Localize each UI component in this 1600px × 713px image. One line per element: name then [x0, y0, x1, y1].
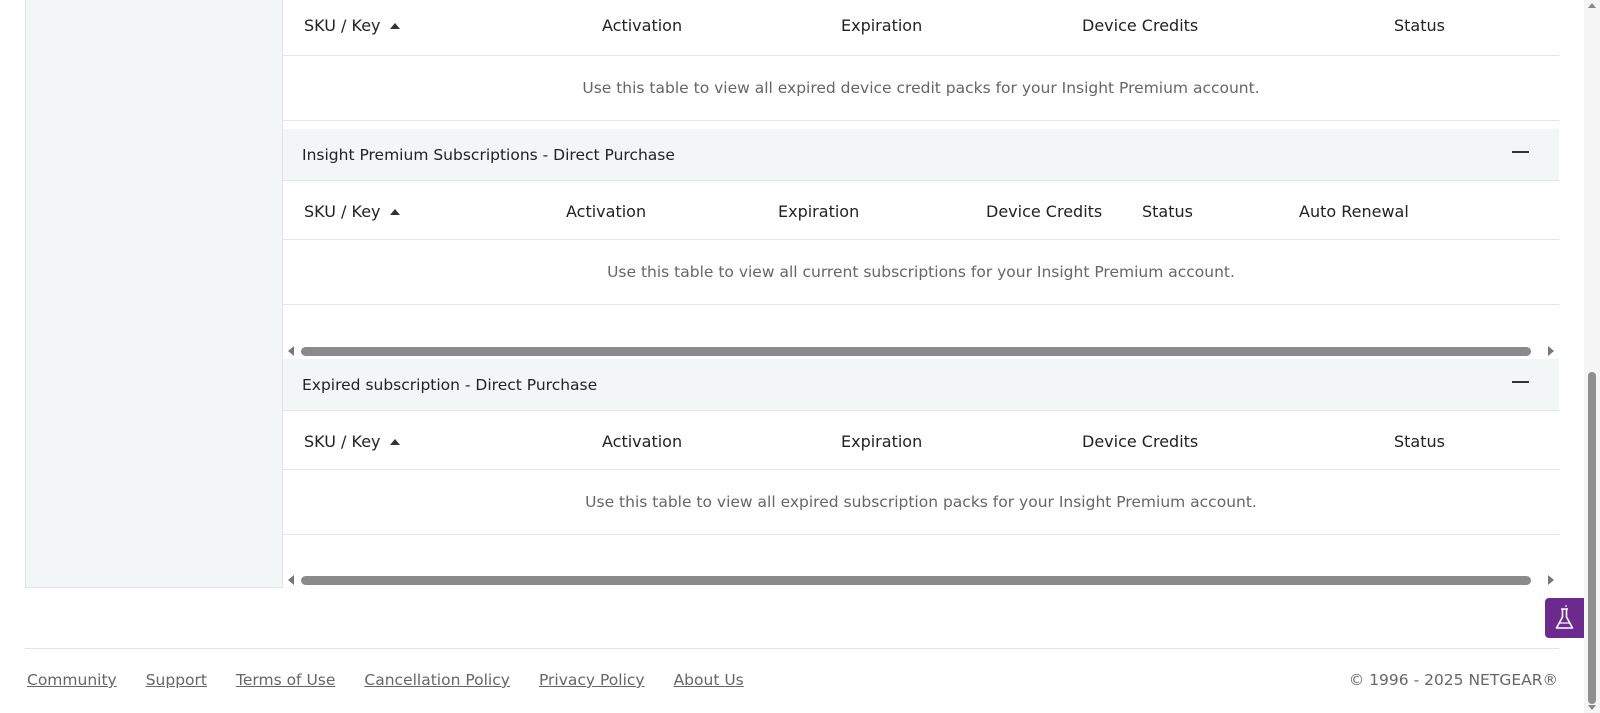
minus-icon[interactable] [1512, 151, 1529, 153]
scroll-left-arrow-icon[interactable] [288, 346, 294, 356]
scrollbar-thumb[interactable] [1588, 372, 1596, 704]
column-header-auto-renewal[interactable]: Auto Renewal [1299, 202, 1409, 221]
empty-table-message: Use this table to view all expired subsc… [283, 470, 1559, 535]
copyright-text: © 1996 - 2025 NETGEAR® [1348, 671, 1558, 689]
table-header-row: SKU / Key Activation Expiration Device C… [283, 411, 1559, 470]
column-header-expiration[interactable]: Expiration [778, 202, 859, 221]
scroll-down-arrow-icon[interactable] [1588, 705, 1596, 710]
flask-icon [1555, 605, 1574, 629]
column-header-sku[interactable]: SKU / Key [304, 202, 400, 221]
footer-links: Community Support Terms of Use Cancellat… [27, 671, 744, 689]
section-header-premium-subscriptions: Insight Premium Subscriptions - Direct P… [283, 129, 1559, 181]
column-header-activation[interactable]: Activation [602, 16, 682, 35]
column-header-expiration[interactable]: Expiration [841, 432, 922, 451]
vertical-scrollbar[interactable] [1584, 0, 1600, 713]
footer-link-about-us[interactable]: About Us [674, 671, 744, 689]
column-header-device-credits[interactable]: Device Credits [986, 202, 1102, 221]
scrollbar-thumb[interactable] [301, 347, 1531, 356]
column-header-status[interactable]: Status [1394, 16, 1445, 35]
minus-icon[interactable] [1512, 381, 1529, 383]
lab-feature-button[interactable] [1545, 598, 1584, 638]
column-header-device-credits[interactable]: Device Credits [1082, 16, 1198, 35]
sort-ascending-icon[interactable] [389, 439, 400, 445]
scroll-right-arrow-icon[interactable] [1548, 346, 1554, 356]
left-pane [25, 0, 283, 588]
column-header-expiration[interactable]: Expiration [841, 16, 922, 35]
footer-link-terms-of-use[interactable]: Terms of Use [236, 671, 335, 689]
footer-link-support[interactable]: Support [146, 671, 207, 689]
subscriptions-content: SKU / Key Activation Expiration Device C… [283, 0, 1559, 588]
horizontal-scrollbar[interactable] [283, 572, 1559, 588]
footer-link-privacy-policy[interactable]: Privacy Policy [539, 671, 645, 689]
scroll-right-arrow-icon[interactable] [1548, 575, 1554, 585]
column-header-sku[interactable]: SKU / Key [304, 432, 400, 451]
sort-ascending-icon[interactable] [389, 23, 400, 29]
section-title: Expired subscription - Direct Purchase [302, 376, 598, 394]
sort-ascending-icon[interactable] [389, 209, 400, 215]
scrollbar-thumb[interactable] [301, 576, 1531, 585]
column-header-status[interactable]: Status [1142, 202, 1193, 221]
scroll-up-arrow-icon[interactable] [1588, 3, 1596, 8]
section-title: Insight Premium Subscriptions - Direct P… [302, 146, 675, 164]
empty-table-message: Use this table to view all current subsc… [283, 240, 1559, 305]
column-header-device-credits[interactable]: Device Credits [1082, 432, 1198, 451]
footer-link-community[interactable]: Community [27, 671, 117, 689]
section-header-expired-subscriptions: Expired subscription - Direct Purchase [283, 359, 1559, 411]
horizontal-scrollbar[interactable] [283, 343, 1559, 359]
table-header-row: SKU / Key Activation Expiration Device C… [283, 181, 1559, 240]
column-header-sku[interactable]: SKU / Key [304, 16, 400, 35]
footer-link-cancellation-policy[interactable]: Cancellation Policy [364, 671, 510, 689]
column-header-activation[interactable]: Activation [566, 202, 646, 221]
table-header-row: SKU / Key Activation Expiration Device C… [283, 0, 1559, 56]
footer-divider [25, 648, 1559, 649]
empty-table-message: Use this table to view all expired devic… [283, 56, 1559, 121]
column-header-activation[interactable]: Activation [602, 432, 682, 451]
scroll-left-arrow-icon[interactable] [288, 575, 294, 585]
column-header-status[interactable]: Status [1394, 432, 1445, 451]
